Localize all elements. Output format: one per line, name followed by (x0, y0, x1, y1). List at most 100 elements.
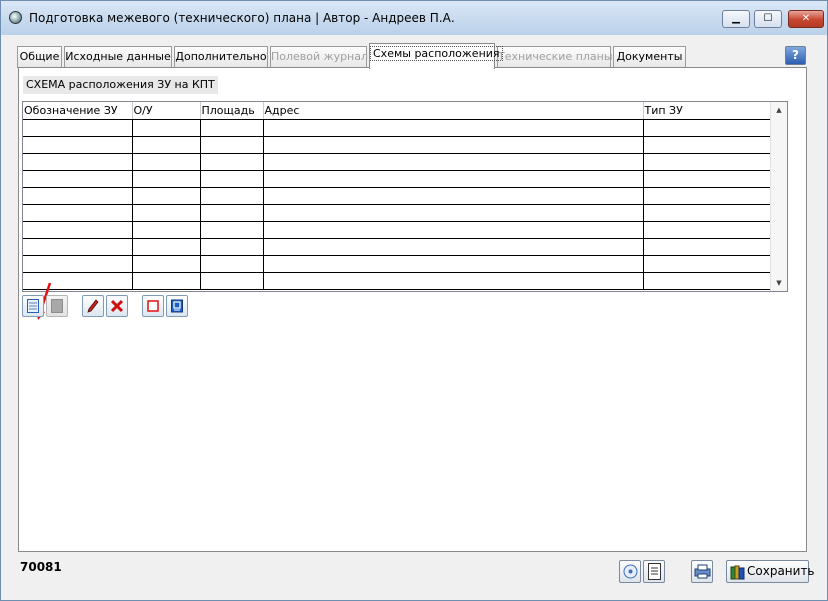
close-button[interactable]: ✕ (788, 10, 824, 28)
table-cell[interactable] (200, 170, 264, 188)
table-cell[interactable] (643, 204, 772, 222)
table-row[interactable] (23, 204, 772, 222)
table-cell[interactable] (132, 255, 201, 273)
table-cell[interactable] (263, 136, 644, 154)
table-cell[interactable] (643, 187, 772, 205)
table-cell[interactable] (132, 170, 201, 188)
table-cell[interactable] (200, 272, 264, 290)
tab-general[interactable]: Общие (17, 46, 62, 68)
tab-location-schemes[interactable]: Схемы расположения (369, 43, 503, 69)
edit-button[interactable] (82, 295, 104, 317)
tab-label: Исходные данные (65, 50, 171, 63)
table-cell[interactable] (643, 153, 772, 171)
app-icon (9, 11, 22, 24)
table-row[interactable] (23, 119, 772, 137)
red-x-delete-icon (111, 299, 123, 313)
table-cell[interactable] (643, 136, 772, 154)
section-title: СХЕМА расположения ЗУ на КПТ (23, 76, 218, 94)
table-cell[interactable] (200, 187, 264, 205)
table-cell[interactable] (132, 153, 201, 171)
save-button[interactable]: Сохранить (726, 560, 815, 583)
clear-button[interactable] (142, 295, 164, 317)
table-cell[interactable] (23, 238, 133, 256)
minimize-button[interactable]: ▁ (722, 10, 750, 28)
table-cell[interactable] (132, 204, 201, 222)
table-cell[interactable] (23, 272, 133, 290)
tab-additional[interactable]: Дополнительно (174, 46, 268, 68)
scroll-down-icon[interactable]: ▼ (771, 275, 787, 291)
column-header[interactable]: О/У (132, 102, 201, 120)
table-cell[interactable] (200, 136, 264, 154)
table-cell[interactable] (200, 255, 264, 273)
table-cell[interactable] (200, 221, 264, 239)
table-cell[interactable] (263, 119, 644, 137)
column-header[interactable]: Тип ЗУ (643, 102, 772, 120)
disc-button[interactable] (619, 560, 641, 583)
help-button[interactable]: ? (785, 46, 806, 65)
table-cell[interactable] (263, 221, 644, 239)
table-cell[interactable] (23, 221, 133, 239)
table-row[interactable] (23, 255, 772, 273)
tab-label: Документы (616, 50, 683, 63)
tab-source-data[interactable]: Исходные данные (64, 46, 172, 68)
table-cell[interactable] (132, 221, 201, 239)
column-header[interactable]: Адрес (263, 102, 644, 120)
table-cell[interactable] (263, 153, 644, 171)
tab-documents[interactable]: Документы (613, 46, 686, 68)
table-row[interactable] (23, 238, 772, 256)
table-cell[interactable] (263, 272, 644, 290)
report-button[interactable] (643, 560, 665, 583)
column-header[interactable]: Площадь (200, 102, 264, 120)
table-cell[interactable] (23, 153, 133, 171)
table-cell[interactable] (132, 119, 201, 137)
table-cell[interactable] (643, 272, 772, 290)
table-cell[interactable] (263, 187, 644, 205)
tab-label: Общие (19, 50, 60, 63)
table-cell[interactable] (643, 221, 772, 239)
table-cell[interactable] (643, 255, 772, 273)
table-cell[interactable] (643, 170, 772, 188)
scroll-up-icon[interactable]: ▲ (771, 102, 787, 118)
record-code: 70081 (20, 560, 62, 574)
main-window: Подготовка межевого (технического) плана… (0, 0, 828, 601)
table-cell[interactable] (263, 238, 644, 256)
table-row[interactable] (23, 136, 772, 154)
table-cell[interactable] (23, 170, 133, 188)
table-cell[interactable] (263, 170, 644, 188)
table-row[interactable] (23, 187, 772, 205)
table-cell[interactable] (23, 119, 133, 137)
table-cell[interactable] (132, 136, 201, 154)
delete-button[interactable] (106, 295, 128, 317)
table-cell[interactable] (23, 204, 133, 222)
land-plots-grid[interactable]: Обозначение ЗУ О/У Площадь Адрес Тип ЗУ … (22, 101, 788, 292)
table-cell[interactable] (132, 238, 201, 256)
table-cell[interactable] (263, 204, 644, 222)
table-cell[interactable] (200, 238, 264, 256)
table-row[interactable] (23, 221, 772, 239)
vertical-scrollbar[interactable]: ▲ ▼ (770, 102, 787, 291)
blue-info-icon (171, 299, 183, 313)
table-row[interactable] (23, 153, 772, 171)
info-button[interactable] (166, 295, 188, 317)
table-cell[interactable] (200, 204, 264, 222)
window-title: Подготовка межевого (технического) плана… (29, 11, 455, 25)
table-cell[interactable] (263, 255, 644, 273)
print-button[interactable] (691, 560, 713, 583)
table-row[interactable] (23, 272, 772, 290)
table-cell[interactable] (643, 119, 772, 137)
table-cell[interactable] (23, 255, 133, 273)
table-cell[interactable] (132, 187, 201, 205)
save-books-icon (730, 565, 745, 580)
table-cell[interactable] (200, 153, 264, 171)
client-area: Общие Исходные данные Дополнительно Поле… (9, 36, 821, 596)
title-bar[interactable]: Подготовка межевого (технического) плана… (1, 1, 827, 35)
add-button[interactable] (22, 295, 44, 317)
maximize-button[interactable]: ☐ (754, 10, 782, 28)
table-cell[interactable] (643, 238, 772, 256)
table-cell[interactable] (23, 136, 133, 154)
table-cell[interactable] (132, 272, 201, 290)
column-header[interactable]: Обозначение ЗУ (23, 102, 133, 120)
table-cell[interactable] (200, 119, 264, 137)
table-row[interactable] (23, 170, 772, 188)
table-cell[interactable] (23, 187, 133, 205)
